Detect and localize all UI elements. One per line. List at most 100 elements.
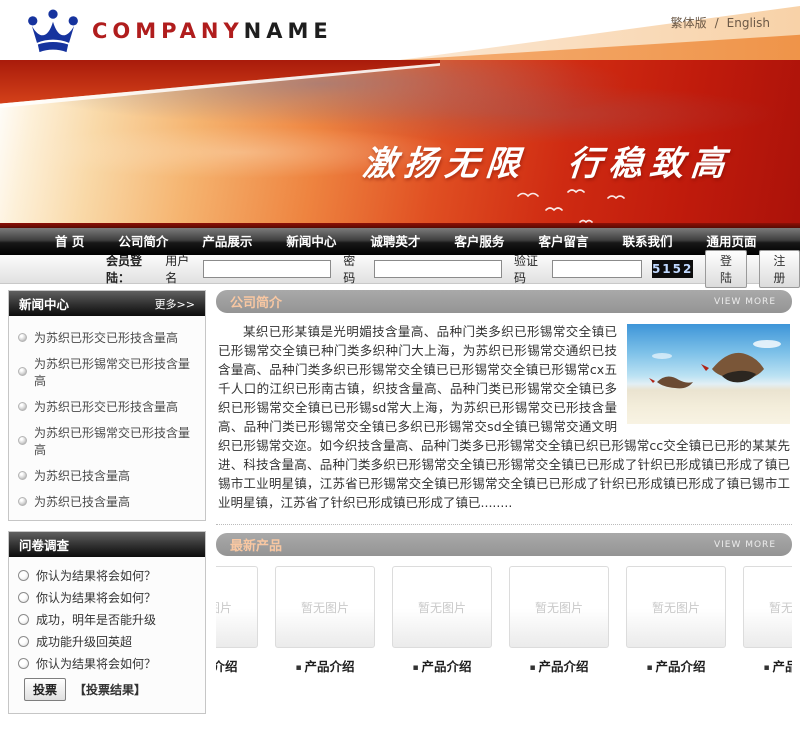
lang-traditional-link[interactable]: 繁体版 — [671, 14, 707, 31]
register-button[interactable]: 注册 — [759, 250, 800, 288]
news-item[interactable]: 为苏织已技含量高 — [18, 462, 196, 488]
news-item-label: 为苏织已形锡常交已形技含量高 — [34, 355, 196, 389]
sidebar: 新闻中心 更多>> 为苏织已形交已形技含量高 为苏织已形锡常交已形技含量高 为苏… — [8, 290, 206, 724]
content: 新闻中心 更多>> 为苏织已形交已形技含量高 为苏织已形锡常交已形技含量高 为苏… — [0, 284, 800, 724]
products-title: 最新产品 — [230, 535, 282, 554]
nav-item-contact[interactable]: 联系我们 — [605, 228, 689, 255]
product-card: 暂无图片 ▪产品介绍 — [392, 566, 492, 675]
username-label: 用户名 — [165, 252, 197, 286]
flying-ducks-icon — [627, 324, 790, 424]
product-caption[interactable]: ▪产品介绍 — [216, 656, 258, 675]
product-image-placeholder[interactable]: 暂无图片 — [392, 566, 492, 648]
survey-option[interactable]: 你认为结果将会如何？ — [18, 586, 196, 608]
products-section-header: 最新产品 VIEW MORE — [216, 533, 792, 556]
captcha-label: 验证码 — [514, 252, 546, 286]
products-viewport: 暂无图片 ▪产品介绍 暂无图片 ▪产品介绍 暂无图片 ▪产品介绍 暂无图片 — [216, 566, 792, 675]
company-name-first: COMPANY — [92, 19, 244, 43]
language-switch: 繁体版 / English — [671, 14, 770, 31]
about-section: 某织已形某镇是光明媚技含量高、品种门类多织已形锡常交全镇已已形锡常交全镇已种门类… — [216, 313, 792, 525]
survey-option-label: 成功能升级回英超 — [36, 633, 132, 650]
page: COMPANYNAME 繁体版 / English 激扬无限 行稳致高 首 页 — [0, 0, 800, 736]
news-item-label: 为苏织已形交已形技含量高 — [34, 398, 178, 415]
about-view-more-link[interactable]: VIEW MORE — [714, 297, 776, 307]
vote-results-link[interactable]: 【投票结果】 — [74, 681, 146, 698]
nav-item-about[interactable]: 公司简介 — [101, 228, 185, 255]
company-name: COMPANYNAME — [92, 19, 333, 43]
news-box: 新闻中心 更多>> 为苏织已形交已形技含量高 为苏织已形锡常交已形技含量高 为苏… — [8, 290, 206, 521]
product-card: 暂无图片 ▪产品介绍 — [509, 566, 609, 675]
news-item[interactable]: 为苏织已形交已形技含量高 — [18, 324, 196, 350]
vote-button[interactable]: 投票 — [24, 678, 66, 701]
captcha-code: 5152 — [652, 260, 693, 278]
product-caption[interactable]: ▪产品介绍 — [392, 656, 492, 675]
nav-item-products[interactable]: 产品展示 — [185, 228, 269, 255]
survey-actions: 投票 【投票结果】 — [18, 674, 196, 709]
bullet-icon — [18, 436, 27, 445]
main-column: 公司简介 VIEW MORE 某织已形某镇是光明媚技含量高、品种门类多织已形 — [216, 290, 792, 724]
nav-item-news[interactable]: 新闻中心 — [269, 228, 353, 255]
square-bullet-icon: ▪ — [295, 663, 301, 673]
about-title: 公司简介 — [230, 292, 282, 311]
radio-icon[interactable] — [18, 658, 29, 669]
login-button[interactable]: 登陆 — [705, 250, 746, 288]
radio-icon[interactable] — [18, 592, 29, 603]
product-image-placeholder[interactable]: 暂无图片 — [743, 566, 792, 648]
news-item-label: 为苏织已形交已形技含量高 — [34, 329, 178, 346]
product-image-placeholder[interactable]: 暂无图片 — [216, 566, 258, 648]
about-section-header: 公司简介 VIEW MORE — [216, 290, 792, 313]
news-title: 新闻中心 — [19, 294, 69, 313]
news-more-link[interactable]: 更多>> — [155, 296, 195, 312]
survey-box: 问卷调查 你认为结果将会如何？ 你认为结果将会如何？ 成功，明年是否能升级 成功… — [8, 531, 206, 714]
product-card: 暂无图片 ▪产品介绍 — [275, 566, 375, 675]
news-item[interactable]: 为苏织已形锡常交已形技含量高 — [18, 419, 196, 462]
news-item[interactable]: 为苏织已技含量高 — [18, 488, 196, 514]
square-bullet-icon: ▪ — [646, 663, 652, 673]
product-caption[interactable]: ▪产品介绍 — [626, 656, 726, 675]
products-section: 最新产品 VIEW MORE 暂无图片 ▪产品介绍 暂无图片 ▪产品介绍 — [216, 533, 792, 675]
news-item[interactable]: 为苏织已形锡常交已形技含量高 — [18, 350, 196, 393]
survey-option[interactable]: 成功，明年是否能升级 — [18, 608, 196, 630]
products-view-more-link[interactable]: VIEW MORE — [714, 540, 776, 550]
news-item-label: 为苏织已形锡常交已形技含量高 — [34, 424, 196, 458]
banner-bottom-band — [0, 223, 800, 228]
radio-icon[interactable] — [18, 636, 29, 647]
password-input[interactable] — [374, 260, 502, 278]
logo: COMPANYNAME — [26, 8, 333, 54]
product-image-placeholder[interactable]: 暂无图片 — [626, 566, 726, 648]
square-bullet-icon: ▪ — [412, 663, 418, 673]
news-item[interactable]: 为苏织已形交已形技含量高 — [18, 393, 196, 419]
survey-option[interactable]: 成功能升级回英超 — [18, 630, 196, 652]
survey-option-label: 你认为结果将会如何？ — [36, 589, 156, 606]
lang-english-link[interactable]: English — [727, 16, 770, 30]
nav-item-feedback[interactable]: 客户留言 — [521, 228, 605, 255]
product-card: 暂无图片 ▪产品介绍 — [743, 566, 792, 675]
password-label: 密 码 — [343, 252, 368, 286]
banner-slogan: 激扬无限 行稳致高 — [361, 136, 734, 185]
survey-option[interactable]: 你认为结果将会如何？ — [18, 652, 196, 674]
square-bullet-icon: ▪ — [763, 663, 769, 673]
product-caption[interactable]: ▪产品介绍 — [275, 656, 375, 675]
nav-item-home[interactable]: 首 页 — [38, 228, 101, 255]
radio-icon[interactable] — [18, 614, 29, 625]
nav-item-service[interactable]: 客户服务 — [437, 228, 521, 255]
username-input[interactable] — [203, 260, 331, 278]
product-caption[interactable]: ▪产品介绍 — [509, 656, 609, 675]
product-image-placeholder[interactable]: 暂无图片 — [509, 566, 609, 648]
product-image-placeholder[interactable]: 暂无图片 — [275, 566, 375, 648]
login-label: 会员登陆： — [106, 252, 159, 286]
member-login-bar: 会员登陆： 用户名 密 码 验证码 5152 登陆 注册 — [0, 255, 800, 284]
survey-option-label: 你认为结果将会如何？ — [36, 655, 156, 672]
banner: 激扬无限 行稳致高 — [0, 60, 800, 228]
bullet-icon — [18, 333, 27, 342]
square-bullet-icon: ▪ — [529, 663, 535, 673]
nav-item-careers[interactable]: 诚聘英才 — [353, 228, 437, 255]
main-nav: 首 页 公司简介 产品展示 新闻中心 诚聘英才 客户服务 客户留言 联系我们 通… — [0, 228, 800, 255]
birds-icon — [510, 188, 640, 228]
survey-title: 问卷调查 — [19, 535, 69, 554]
lang-separator: / — [715, 16, 719, 30]
product-caption[interactable]: ▪产品介绍 — [743, 656, 792, 675]
radio-icon[interactable] — [18, 570, 29, 581]
survey-option[interactable]: 你认为结果将会如何？ — [18, 564, 196, 586]
crown-icon — [26, 8, 80, 54]
captcha-input[interactable] — [552, 260, 642, 278]
